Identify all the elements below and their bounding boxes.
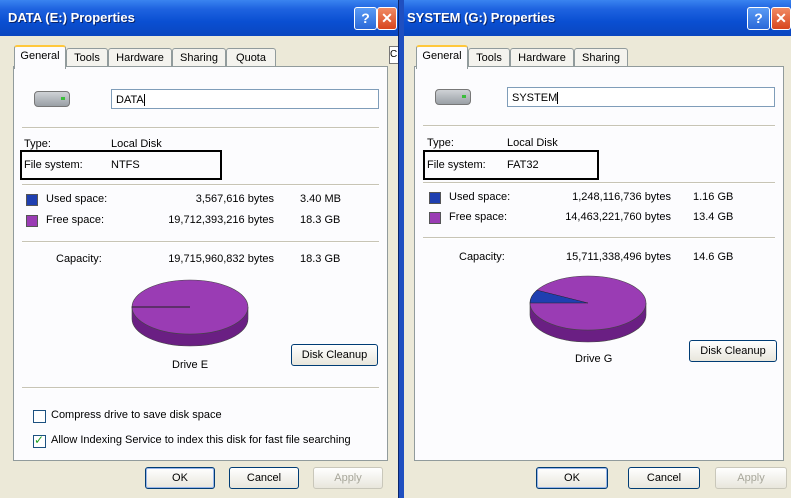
- capacity-size: 18.3 GB: [300, 253, 341, 265]
- drive-caption: Drive E: [172, 359, 209, 371]
- apply-button[interactable]: Apply: [313, 467, 383, 489]
- used-space-label: Used space:: [46, 193, 108, 205]
- window-title: SYSTEM (G:) Properties: [407, 10, 556, 25]
- apply-button[interactable]: Apply: [715, 467, 787, 489]
- used-space-label: Used space:: [449, 191, 511, 203]
- used-space-bytes: 3,567,616 bytes: [195, 193, 274, 205]
- disk-cleanup-button[interactable]: Disk Cleanup: [291, 344, 378, 366]
- cropped-control: C: [389, 46, 398, 64]
- help-button[interactable]: ?: [354, 7, 377, 30]
- close-button[interactable]: ✕: [771, 7, 791, 30]
- compress-checkbox[interactable]: [33, 410, 46, 423]
- disk-usage-pie-chart: [529, 275, 647, 343]
- free-space-swatch: [26, 215, 38, 227]
- title-bar[interactable]: DATA (E:) Properties ? ✕: [0, 0, 398, 36]
- capacity-label: Capacity:: [459, 251, 505, 263]
- close-button[interactable]: ✕: [377, 7, 397, 30]
- file-system-value: NTFS: [111, 159, 140, 171]
- used-space-swatch: [429, 192, 441, 204]
- tab-general[interactable]: General: [14, 45, 66, 69]
- tab-tools[interactable]: Tools: [468, 48, 510, 67]
- tab-tools[interactable]: Tools: [66, 48, 108, 67]
- help-button[interactable]: ?: [747, 7, 770, 30]
- window-title: DATA (E:) Properties: [8, 10, 135, 25]
- used-space-swatch: [26, 194, 38, 206]
- free-space-size: 18.3 GB: [300, 214, 341, 226]
- used-space-bytes: 1,248,116,736 bytes: [572, 191, 671, 203]
- tab-quota[interactable]: Quota: [226, 48, 276, 67]
- file-system-label: File system:: [24, 159, 83, 171]
- file-system-value: FAT32: [507, 159, 539, 171]
- compress-label: Compress drive to save disk space: [51, 409, 222, 421]
- capacity-bytes: 19,715,960,832 bytes: [168, 253, 274, 265]
- cancel-button[interactable]: Cancel: [628, 467, 700, 489]
- type-value: Local Disk: [507, 137, 558, 149]
- ok-button[interactable]: OK: [536, 467, 608, 489]
- dialog-system-g-properties: SYSTEM (G:) Properties ? ✕ General Tools…: [404, 0, 791, 498]
- general-panel: SYSTEM Type: Local Disk File system: FAT…: [414, 66, 784, 461]
- cancel-button[interactable]: Cancel: [229, 467, 299, 489]
- capacity-bytes: 15,711,338,496 bytes: [566, 251, 671, 263]
- capacity-size: 14.6 GB: [693, 251, 734, 263]
- free-space-bytes: 19,712,393,216 bytes: [168, 214, 274, 226]
- tab-sharing[interactable]: Sharing: [574, 48, 628, 67]
- capacity-label: Capacity:: [56, 253, 102, 265]
- free-space-label: Free space:: [449, 211, 508, 223]
- indexing-checkbox[interactable]: [33, 433, 46, 448]
- disk-usage-pie-chart: [131, 279, 249, 347]
- file-system-label: File system:: [427, 159, 486, 171]
- drive-name-field[interactable]: DATA: [111, 89, 379, 109]
- free-space-size: 13.4 GB: [693, 211, 734, 223]
- tab-general[interactable]: General: [416, 45, 468, 69]
- drive-caption: Drive G: [575, 353, 613, 365]
- drive-icon: [435, 89, 471, 105]
- general-panel: DATA Type: Local Disk File system: NTFS …: [13, 66, 388, 461]
- used-space-size: 3.40 MB: [300, 193, 341, 205]
- tab-hardware[interactable]: Hardware: [108, 48, 172, 67]
- dialog-data-e-properties: DATA (E:) Properties ? ✕ General Tools H…: [0, 0, 399, 498]
- tab-sharing[interactable]: Sharing: [172, 48, 226, 67]
- free-space-bytes: 14,463,221,760 bytes: [565, 211, 671, 223]
- ok-button[interactable]: OK: [145, 467, 215, 489]
- type-value: Local Disk: [111, 138, 162, 150]
- tab-hardware[interactable]: Hardware: [510, 48, 574, 67]
- title-bar[interactable]: SYSTEM (G:) Properties ? ✕: [404, 0, 791, 36]
- indexing-label: Allow Indexing Service to index this dis…: [51, 434, 351, 446]
- disk-cleanup-button[interactable]: Disk Cleanup: [689, 340, 777, 362]
- free-space-label: Free space:: [46, 214, 105, 226]
- used-space-size: 1.16 GB: [693, 191, 734, 203]
- type-label: Type:: [24, 138, 51, 150]
- type-label: Type:: [427, 137, 454, 149]
- drive-name-field[interactable]: SYSTEM: [507, 87, 775, 107]
- free-space-swatch: [429, 212, 441, 224]
- drive-icon: [34, 91, 70, 107]
